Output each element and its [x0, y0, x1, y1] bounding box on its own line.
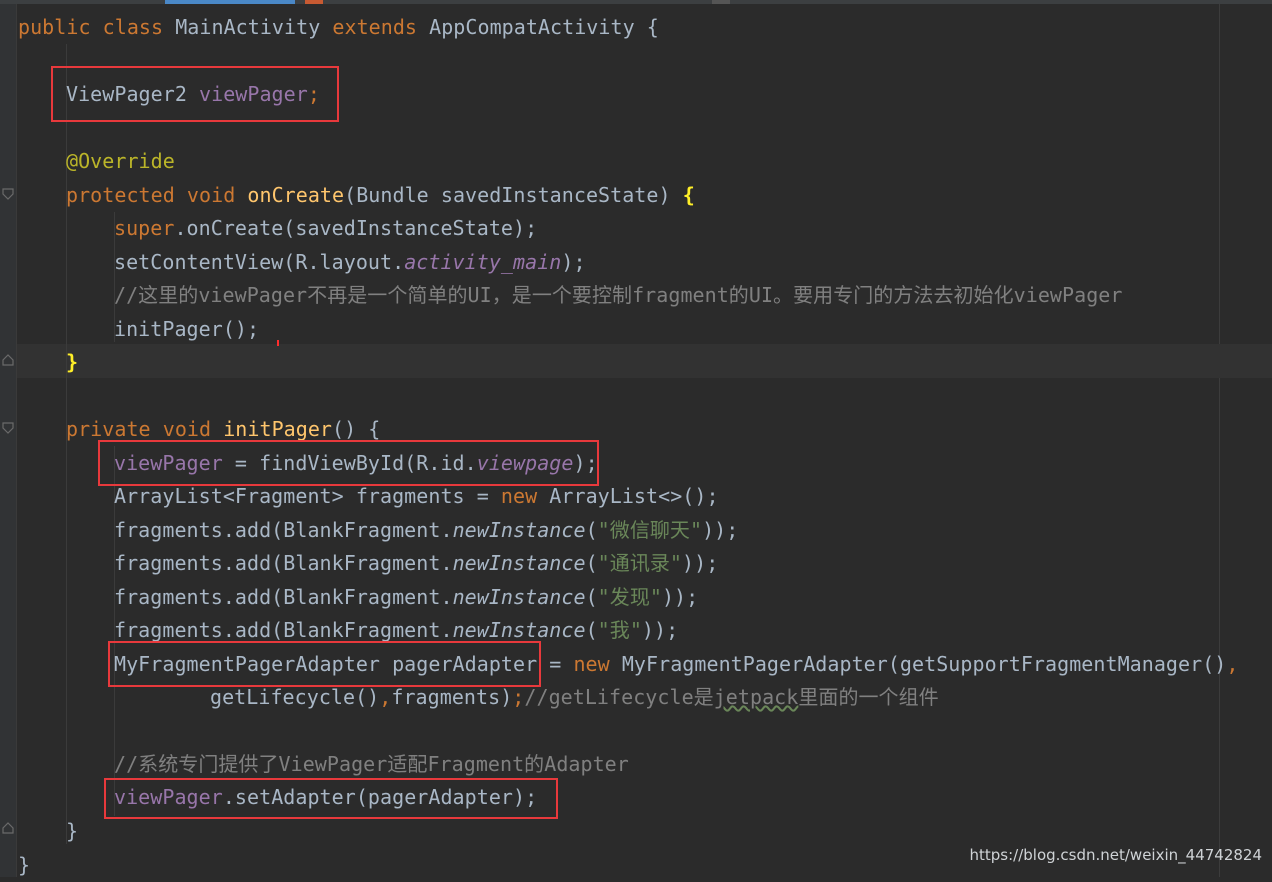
comment: //这里的viewPager不再是一个简单的UI，是一个要控制fragment的… — [114, 283, 1123, 307]
code-line[interactable]: fragments.add(BlankFragment.newInstance(… — [114, 513, 738, 547]
current-line-highlight — [17, 344, 1272, 378]
fold-arrow-icon[interactable] — [2, 188, 14, 200]
string-literal: "通讯录" — [597, 551, 683, 575]
right-margin-guide — [1219, 4, 1220, 877]
comment: 里面的一个组件 — [798, 685, 939, 709]
paren: ( — [585, 551, 598, 575]
constructor: ArrayList<>(); — [537, 484, 719, 508]
call: getLifecycle() — [210, 685, 380, 709]
code-line[interactable]: super.onCreate(savedInstanceState); — [114, 211, 537, 245]
paren: ( — [585, 518, 598, 542]
highlight-box — [51, 66, 339, 122]
keyword: void — [162, 417, 212, 441]
keyword: extends — [332, 15, 418, 39]
call: fragments.add(BlankFragment. — [114, 585, 453, 609]
declaration: ArrayList<Fragment> fragments = — [114, 484, 501, 508]
string-literal: "我" — [597, 618, 642, 642]
code-line[interactable]: public class MainActivity extends AppCom… — [18, 10, 659, 44]
static-method: newInstance — [452, 618, 586, 642]
argument: fragments) — [391, 685, 513, 709]
paren: ( — [585, 585, 598, 609]
method-name: onCreate — [247, 183, 345, 207]
keyword: class — [102, 15, 164, 39]
call: setContentView(R.layout. — [114, 250, 405, 274]
static-method: newInstance — [452, 551, 586, 575]
keyword: new — [573, 652, 610, 676]
paren: ( — [585, 618, 598, 642]
brace: { — [634, 15, 659, 39]
keyword: super — [114, 216, 175, 240]
class-name: MainActivity — [175, 15, 321, 39]
keyword: new — [500, 484, 538, 508]
static-method: newInstance — [452, 585, 586, 609]
operator: = — [537, 652, 574, 676]
keyword: protected — [66, 183, 175, 207]
comma: , — [1226, 652, 1239, 676]
keyword: private — [66, 417, 151, 441]
constructor: MyFragmentPagerAdapter(getSupportFragmen… — [609, 652, 1227, 676]
call: .onCreate(savedInstanceState); — [174, 216, 538, 240]
semicolon: ; — [512, 685, 525, 709]
code-line[interactable]: //系统专门提供了ViewPager适配Fragment的Adapter — [114, 747, 629, 781]
code-line[interactable]: initPager(); — [114, 312, 259, 346]
active-tab-indicator[interactable] — [165, 0, 295, 4]
call: fragments.add(BlankFragment. — [114, 618, 453, 642]
keyword: void — [186, 183, 236, 207]
brace: } — [18, 853, 31, 877]
call: fragments.add(BlankFragment. — [114, 518, 453, 542]
text-caret — [277, 340, 279, 346]
code-line[interactable]: @Override — [66, 144, 175, 178]
static-method: newInstance — [452, 518, 586, 542]
matched-brace: { — [682, 183, 695, 207]
highlight-box — [108, 641, 541, 687]
call-end: )); — [641, 618, 679, 642]
call: initPager(); — [114, 317, 260, 341]
string-literal: "发现" — [597, 585, 662, 609]
code-line[interactable]: } — [66, 345, 78, 379]
method-name: initPager — [223, 417, 333, 441]
params: (Bundle savedInstanceState) — [344, 183, 683, 207]
editor-gutter[interactable] — [0, 4, 17, 877]
file-tab-icon — [712, 0, 730, 4]
fold-end-icon[interactable] — [2, 822, 14, 834]
matched-brace: } — [66, 350, 79, 374]
call: fragments.add(BlankFragment. — [114, 551, 453, 575]
code-line[interactable]: } — [66, 814, 78, 848]
code-line[interactable]: protected void onCreate(Bundle savedInst… — [66, 178, 695, 212]
comment: //系统专门提供了ViewPager适配Fragment的Adapter — [114, 752, 629, 776]
keyword: public — [18, 15, 91, 39]
call-end: )); — [682, 551, 719, 575]
comma: , — [379, 685, 392, 709]
static-field: activity_main — [404, 250, 562, 274]
brace: } — [66, 819, 79, 843]
fold-arrow-icon[interactable] — [2, 422, 14, 434]
call-end: ); — [561, 250, 586, 274]
fold-end-icon[interactable] — [2, 354, 14, 366]
annotation: @Override — [66, 149, 175, 173]
string-literal: "微信聊天" — [597, 518, 703, 542]
java-file-tab-icon — [305, 0, 323, 4]
call-end: )); — [661, 585, 699, 609]
code-line[interactable]: fragments.add(BlankFragment.newInstance(… — [114, 580, 698, 614]
code-line[interactable]: fragments.add(BlankFragment.newInstance(… — [114, 546, 718, 580]
editor-tab-bar[interactable] — [0, 0, 1272, 4]
comment: //getLifecycle是 — [524, 685, 714, 709]
highlight-box — [98, 440, 599, 486]
class-name: AppCompatActivity — [429, 15, 635, 39]
code-line[interactable]: setContentView(R.layout.activity_main); — [114, 245, 586, 279]
call-end: )); — [702, 518, 739, 542]
highlight-box — [104, 778, 558, 819]
spelling-warning: jetpack — [713, 685, 799, 709]
code-line[interactable]: //这里的viewPager不再是一个简单的UI，是一个要控制fragment的… — [114, 278, 1122, 312]
watermark: https://blog.csdn.net/weixin_44742824 — [969, 846, 1262, 864]
params: () { — [332, 417, 381, 441]
